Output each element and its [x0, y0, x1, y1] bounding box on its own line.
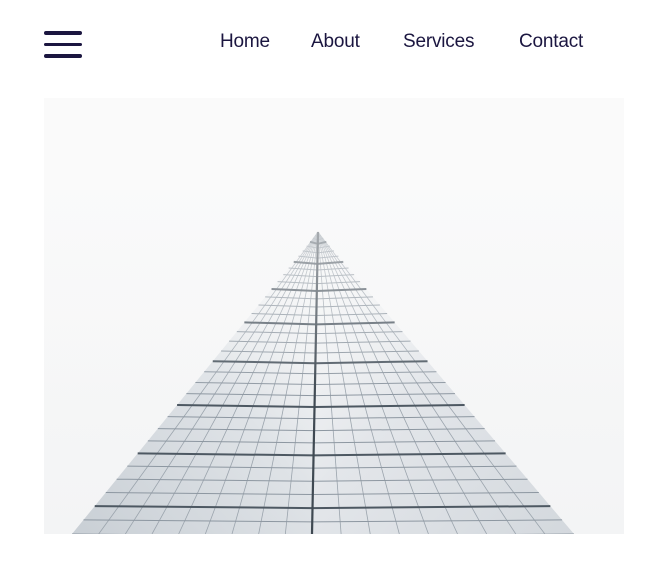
haze-overlay	[44, 98, 624, 398]
hero-image	[44, 98, 624, 534]
skyscraper-image	[44, 98, 624, 534]
main-navigation: Home About Services Contact	[0, 30, 668, 54]
nav-link-home[interactable]: Home	[220, 30, 270, 54]
nav-link-about[interactable]: About	[311, 30, 360, 54]
menu-bar	[44, 54, 82, 58]
page: Home About Services Contact	[0, 0, 668, 580]
nav-link-services[interactable]: Services	[403, 30, 474, 54]
nav-link-contact[interactable]: Contact	[519, 30, 583, 54]
